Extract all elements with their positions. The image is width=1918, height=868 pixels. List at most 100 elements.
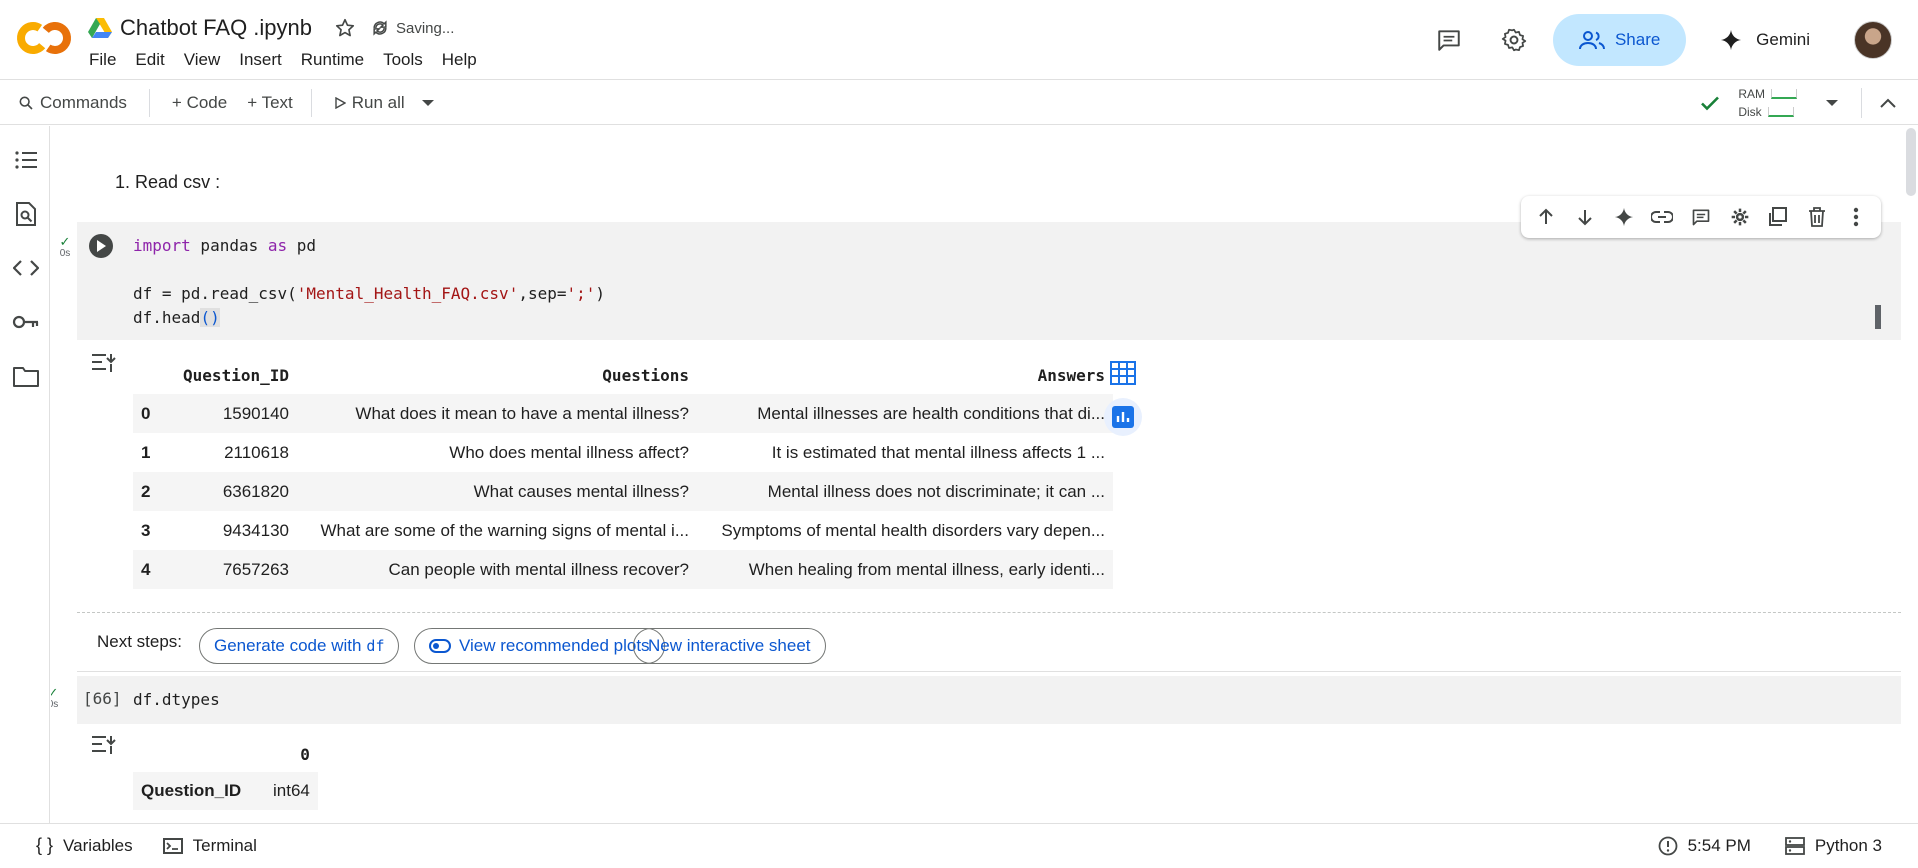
new-interactive-sheet-chip[interactable]: New interactive sheet <box>633 628 826 664</box>
row-index: 2 <box>141 481 151 501</box>
output-actions-icon[interactable] <box>91 352 117 374</box>
comment-icon[interactable] <box>1687 203 1715 231</box>
table-cell: 6361820 <box>222 481 289 501</box>
runtime-dropdown[interactable] <box>1825 98 1839 108</box>
menu-runtime[interactable]: Runtime <box>301 50 364 70</box>
row-index: 3 <box>141 520 151 540</box>
code-snippets-icon[interactable] <box>12 254 40 282</box>
menu-edit[interactable]: Edit <box>135 50 164 70</box>
add-code-button[interactable]: + Code <box>172 93 227 113</box>
add-text-button[interactable]: + Text <box>247 93 293 113</box>
link-icon[interactable] <box>1648 203 1676 231</box>
output-actions-icon[interactable] <box>91 734 117 756</box>
terminal-button[interactable]: Terminal <box>162 835 257 856</box>
table-of-contents-icon[interactable] <box>12 146 40 174</box>
star-icon[interactable] <box>334 17 356 39</box>
play-icon <box>97 240 106 252</box>
page-scrollbar[interactable] <box>1904 126 1918 823</box>
toolbar-divider <box>1861 88 1862 118</box>
cell-settings-gear-icon[interactable] <box>1726 203 1754 231</box>
settings-gear-icon[interactable] <box>1494 20 1534 60</box>
table-cell: Can people with mental illness recover? <box>388 559 690 579</box>
table-cell: int64 <box>265 772 318 810</box>
dtypes-table: 0 Question_ID int64 <box>133 736 318 810</box>
next-steps-label: Next steps: <box>97 632 183 651</box>
code-token: ) <box>595 284 606 303</box>
commands-button[interactable]: Commands <box>18 93 127 113</box>
status-bar: { } Variables Terminal 5:54 PM Python 3 <box>0 823 1918 867</box>
table-cell: Symptoms of mental health disorders vary… <box>721 520 1105 540</box>
run-all-dropdown[interactable] <box>421 98 435 108</box>
disk-label: Disk <box>1738 105 1762 119</box>
menu-tools[interactable]: Tools <box>383 50 423 70</box>
dataframe-table: Question_ID Questions Answers 0 1590140 … <box>133 356 1113 589</box>
generate-code-chip[interactable]: Generate code with df <box>199 628 400 664</box>
markdown-cell[interactable]: 1. Read csv : <box>115 172 220 193</box>
ram-bar <box>1771 89 1797 99</box>
add-code-label: + Code <box>171 92 228 112</box>
code-token: df.head <box>133 308 201 327</box>
terminal-label: Terminal <box>192 835 257 855</box>
table-grid-icon <box>1110 361 1136 385</box>
table-cell: It is estimated that mental illness affe… <box>771 442 1105 462</box>
table-cell: What causes mental illness? <box>473 481 689 501</box>
table-cell: Mental illnesses are health conditions t… <box>757 403 1105 423</box>
app-header: Chatbot FAQ .ipynb Saving... File Edit V… <box>0 0 1918 80</box>
left-sidebar <box>0 126 50 823</box>
sync-icon <box>370 18 390 38</box>
secrets-key-icon[interactable] <box>12 308 40 336</box>
files-folder-icon[interactable] <box>12 362 40 390</box>
page-scrollbar-thumb[interactable] <box>1906 128 1916 196</box>
menu-insert[interactable]: Insert <box>239 50 282 70</box>
gemini-sparkle-icon[interactable] <box>1610 203 1638 231</box>
menu-help[interactable]: Help <box>442 50 477 70</box>
move-down-icon[interactable] <box>1571 203 1599 231</box>
search-icon <box>19 96 33 110</box>
table-row: 2 6361820 What causes mental illness? Me… <box>133 472 1113 511</box>
execution-time-indicator[interactable]: 5:54 PM <box>1658 836 1751 856</box>
cell-toolbar <box>1521 196 1881 238</box>
list-number: 1. <box>115 172 131 192</box>
caret-down-icon <box>1826 100 1838 106</box>
variables-button[interactable]: { } Variables <box>36 835 133 856</box>
colab-logo[interactable] <box>16 18 72 58</box>
row-label: Question_ID <box>133 772 265 810</box>
menu-view[interactable]: View <box>184 50 221 70</box>
share-button[interactable]: Share <box>1553 14 1687 66</box>
disk-bar <box>1767 107 1794 117</box>
table-header-row: Question_ID Questions Answers <box>133 356 1113 394</box>
table-row: 1 2110618 Who does mental illness affect… <box>133 433 1113 472</box>
code-cell-1[interactable] <box>77 222 1901 340</box>
more-vert-icon[interactable] <box>1842 203 1870 231</box>
table-cell: When healing from mental illness, early … <box>748 559 1105 579</box>
run-cell-button[interactable] <box>89 234 113 258</box>
table-row: 0 1590140 What does it mean to have a me… <box>133 394 1113 433</box>
next-steps-bar: Next steps: Generate code with df View r… <box>77 614 1901 672</box>
convert-to-table-button[interactable] <box>1104 354 1142 392</box>
comments-icon[interactable] <box>1429 20 1469 60</box>
table-row: 3 9434130 What are some of the warning s… <box>133 511 1113 550</box>
table-header-row: 0 <box>133 736 318 772</box>
suggest-charts-button[interactable] <box>1104 398 1142 436</box>
mirror-cell-icon[interactable] <box>1764 203 1792 231</box>
gemini-button[interactable]: Gemini <box>1720 29 1810 51</box>
table-cell: 9434130 <box>222 520 289 540</box>
view-recommended-plots-chip[interactable]: View recommended plots <box>414 628 665 664</box>
column-header: Questions <box>602 365 689 385</box>
code-cell-2[interactable] <box>77 676 1901 724</box>
row-index: 4 <box>141 559 151 579</box>
delete-trash-icon[interactable] <box>1803 203 1831 231</box>
collapse-header-button[interactable] <box>1880 98 1896 108</box>
kernel-indicator[interactable]: Python 3 <box>1784 836 1882 856</box>
user-avatar[interactable] <box>1854 21 1892 59</box>
find-in-page-icon[interactable] <box>12 200 40 228</box>
run-all-button[interactable]: Run all <box>334 93 405 113</box>
column-header: Question_ID <box>183 365 289 385</box>
menu-file[interactable]: File <box>89 50 116 70</box>
execution-count: [66] <box>83 689 122 708</box>
connected-check-icon <box>1701 96 1720 111</box>
move-up-icon[interactable] <box>1532 203 1560 231</box>
resource-monitor[interactable]: RAM Disk <box>1738 85 1797 121</box>
notebook-title[interactable]: Chatbot FAQ .ipynb <box>120 15 312 41</box>
code-scrollbar[interactable] <box>1875 305 1881 329</box>
